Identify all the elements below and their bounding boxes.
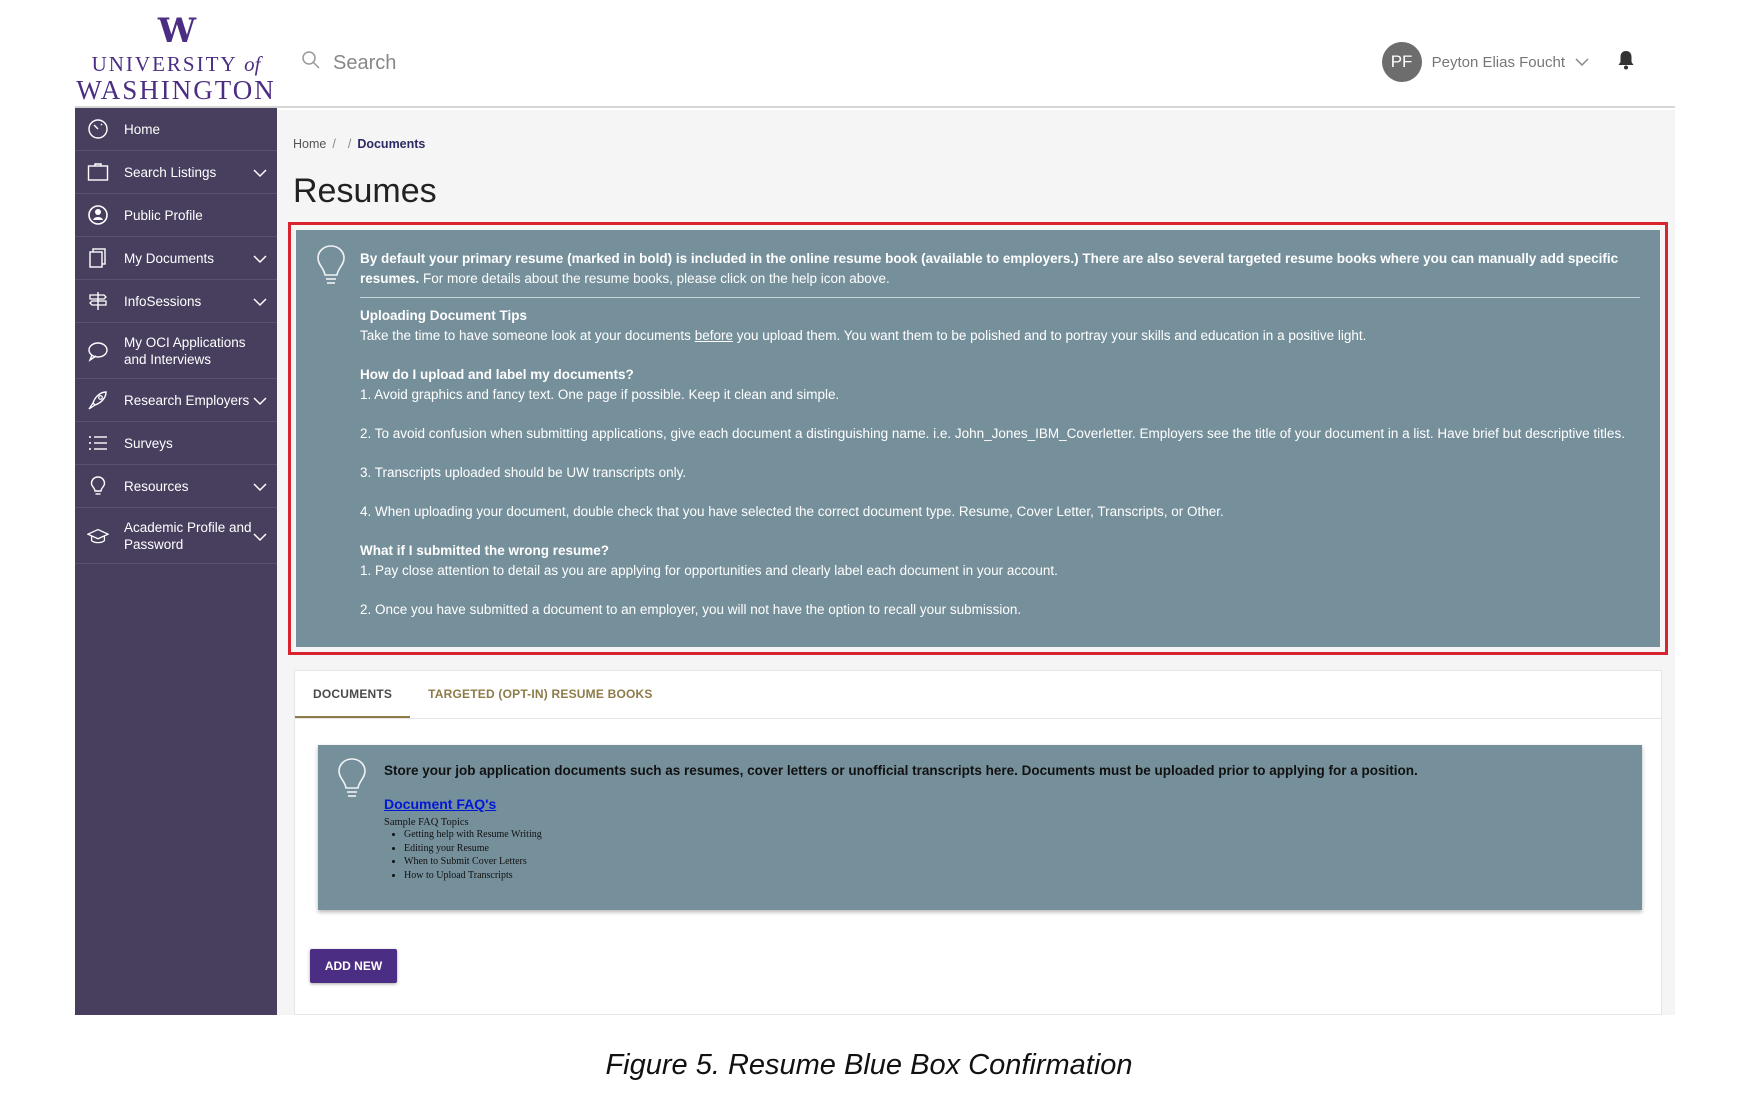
user-name[interactable]: Peyton Elias Foucht [1432, 54, 1565, 71]
sidebar: Home Search Listings Public Profile My D… [75, 108, 277, 1015]
lightbulb-icon [316, 244, 346, 294]
resume-notice-box: By default your primary resume (marked i… [296, 230, 1660, 647]
tips-text-pre: Take the time to have someone look at yo… [360, 328, 695, 343]
upload-step-2: 2. To avoid confusion when submitting ap… [360, 426, 1625, 441]
page-title: Resumes [293, 172, 437, 210]
chat-icon [87, 340, 109, 362]
sidebar-item-label: Surveys [124, 435, 173, 451]
sidebar-item-surveys[interactable]: Surveys [75, 422, 277, 465]
upload-heading: How do I upload and label my documents? [360, 367, 634, 382]
tab-documents[interactable]: DOCUMENTS [295, 671, 411, 718]
sidebar-item-oci-applications[interactable]: My OCI Applications and Interviews [75, 323, 277, 379]
list-item: When to Submit Cover Letters [404, 855, 1622, 869]
sidebar-item-resources[interactable]: Resources [75, 465, 277, 508]
logo-washington: WASHINGTON [76, 75, 276, 105]
sidebar-item-public-profile[interactable]: Public Profile [75, 194, 277, 237]
wrong-resume-step-1: 1. Pay close attention to detail as you … [360, 563, 1058, 578]
sidebar-item-label: Research Employers [124, 392, 250, 408]
wrong-resume-step-2: 2. Once you have submitted a document to… [360, 602, 1022, 617]
sidebar-item-label: InfoSessions [124, 293, 202, 309]
graduation-cap-icon [87, 525, 109, 547]
breadcrumb-home[interactable]: Home [293, 137, 326, 151]
tips-heading: Uploading Document Tips [360, 308, 528, 323]
sidebar-item-label: Search Listings [124, 164, 217, 180]
chevron-down-icon[interactable] [253, 166, 267, 181]
sidebar-item-academic-profile[interactable]: Academic Profile and Password [75, 508, 277, 564]
sidebar-item-label: Public Profile [124, 207, 203, 223]
lightbulb-icon [337, 757, 367, 804]
search-input[interactable]: Search [333, 52, 396, 75]
sidebar-item-my-documents[interactable]: My Documents [75, 237, 277, 280]
rocket-icon [87, 389, 109, 411]
tips-text-post: you upload them. You want them to be pol… [732, 328, 1367, 343]
sidebar-item-search-listings[interactable]: Search Listings [75, 151, 277, 194]
chevron-down-icon[interactable] [253, 480, 267, 495]
bell-icon[interactable] [1617, 50, 1635, 74]
sidebar-item-label: Academic Profile and Password [124, 519, 252, 552]
sidebar-item-research-employers[interactable]: Research Employers [75, 379, 277, 422]
list-icon [87, 432, 109, 454]
figure-caption: Figure 5. Resume Blue Box Confirmation [605, 1049, 1133, 1081]
user-menu[interactable]: PF Peyton Elias Foucht [1381, 42, 1635, 82]
sample-topics-label: Sample FAQ Topics [384, 817, 469, 828]
briefcase-icon [87, 161, 109, 183]
sidebar-item-home[interactable]: Home [75, 108, 277, 151]
breadcrumb-separator: / [332, 137, 336, 151]
logo-mark: W [157, 11, 196, 51]
app-window: W UNIVERSITY of WASHINGTON Search PF Pey… [75, 0, 1675, 1015]
lightbulb-icon [87, 475, 109, 497]
sidebar-item-label: My Documents [124, 250, 215, 266]
avatar[interactable]: PF [1381, 42, 1422, 82]
tab-targeted-resume-books[interactable]: TARGETED (OPT-IN) RESUME BOOKS [410, 671, 670, 718]
breadcrumb: Home / / Documents [293, 137, 425, 151]
breadcrumb-separator: / [347, 137, 352, 151]
documents-card: DOCUMENTS TARGETED (OPT-IN) RESUME BOOKS… [294, 670, 1662, 1015]
logo-of: of [244, 52, 261, 76]
wrong-resume-heading: What if I submitted the wrong resume? [360, 543, 610, 558]
document-faq-link[interactable]: Document FAQ's [384, 796, 496, 812]
notice-divider [360, 297, 1640, 298]
breadcrumb-current: Documents [357, 137, 426, 151]
upload-step-1: 1. Avoid graphics and fancy text. One pa… [360, 387, 840, 402]
tips-text: Take the time to have someone look at yo… [360, 326, 1640, 346]
sidebar-item-label: Home [124, 121, 161, 137]
logo-university: UNIVERSITY of [75, 52, 277, 76]
profile-icon [87, 204, 109, 226]
tips-text-underlined: before [694, 328, 733, 343]
tab-bar: DOCUMENTS TARGETED (OPT-IN) RESUME BOOKS [295, 671, 1661, 719]
notice-intro-rest: For more details about the resume books,… [419, 271, 890, 286]
uw-logo[interactable]: W UNIVERSITY of WASHINGTON [75, 14, 277, 104]
speedometer-icon [87, 118, 109, 140]
documents-info-box: Store your job application documents suc… [318, 745, 1642, 910]
list-item: Getting help with Resume Writing [404, 828, 1622, 842]
chevron-down-icon[interactable] [253, 394, 267, 409]
upload-step-3: 3. Transcripts uploaded should be UW tra… [360, 465, 687, 480]
faq-topic-list: Getting help with Resume Writing Editing… [404, 828, 1622, 882]
search-icon [301, 50, 321, 76]
sidebar-item-label: My OCI Applications and Interviews [124, 334, 246, 367]
notice-intro: By default your primary resume (marked i… [360, 249, 1640, 289]
list-item: How to Upload Transcripts [404, 869, 1622, 883]
chevron-down-icon[interactable] [253, 252, 267, 267]
info-lead-text: Store your job application documents suc… [384, 763, 1418, 778]
logo-line1: UNIVERSITY [91, 52, 237, 76]
highlight-outline: By default your primary resume (marked i… [288, 222, 1668, 655]
search-bar[interactable]: Search [301, 50, 396, 76]
list-item: Editing your Resume [404, 842, 1622, 856]
upload-step-4: 4. When uploading your document, double … [360, 504, 1224, 519]
signpost-icon [87, 290, 109, 312]
sidebar-item-infosessions[interactable]: InfoSessions [75, 280, 277, 323]
chevron-down-icon[interactable] [1575, 54, 1589, 71]
add-new-button[interactable]: ADD NEW [310, 949, 397, 983]
documents-icon [87, 247, 109, 269]
top-header: W UNIVERSITY of WASHINGTON Search PF Pey… [75, 0, 1675, 108]
sidebar-item-label: Resources [124, 478, 189, 494]
main-content: Home / / Documents Resumes By default your … [277, 110, 1675, 1015]
chevron-down-icon[interactable] [253, 530, 267, 545]
chevron-down-icon[interactable] [253, 295, 267, 310]
